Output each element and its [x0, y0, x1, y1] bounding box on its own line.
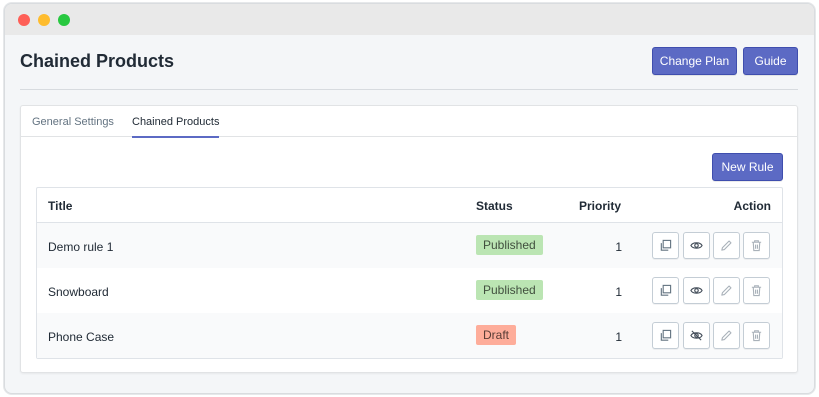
- column-header-action: Action: [733, 199, 771, 213]
- duplicate-button[interactable]: [652, 322, 679, 349]
- app-window: Chained Products Change Plan Guide Gener…: [4, 3, 815, 394]
- eye-off-icon: [690, 330, 703, 341]
- edit-button[interactable]: [713, 322, 740, 349]
- table-row: Demo rule 1 Published 1: [37, 223, 782, 268]
- table-header: Title Status Priority Action: [37, 188, 782, 223]
- content-card: General Settings Chained Products New Ru…: [20, 105, 798, 373]
- edit-button[interactable]: [713, 232, 740, 259]
- delete-icon: [751, 330, 762, 342]
- column-header-priority[interactable]: Priority: [579, 199, 621, 213]
- minimize-window-button[interactable]: [38, 14, 50, 26]
- new-rule-button[interactable]: New Rule: [712, 153, 783, 181]
- window-titlebar: [5, 4, 814, 35]
- edit-icon: [721, 240, 732, 251]
- visibility-toggle-button[interactable]: [683, 232, 710, 259]
- status-badge: Published: [476, 280, 543, 300]
- eye-icon: [690, 242, 703, 249]
- visibility-toggle-button[interactable]: [683, 277, 710, 304]
- guide-button[interactable]: Guide: [743, 47, 798, 75]
- rules-table: Title Status Priority Action Demo rule 1…: [36, 187, 783, 359]
- status-badge: Draft: [476, 325, 517, 345]
- delete-icon: [751, 240, 762, 252]
- duplicate-icon: [660, 329, 672, 341]
- page-title: Chained Products: [20, 51, 175, 71]
- close-window-button[interactable]: [18, 14, 30, 26]
- delete-button[interactable]: [743, 277, 770, 304]
- visibility-toggle-button[interactable]: [683, 322, 710, 349]
- tab-chained-products[interactable]: Chained Products: [132, 106, 220, 138]
- rule-priority: 1: [615, 330, 622, 344]
- column-header-status[interactable]: Status: [476, 199, 513, 213]
- duplicate-icon: [660, 284, 672, 296]
- edit-icon: [721, 330, 732, 341]
- header-divider: [20, 89, 798, 90]
- column-header-title[interactable]: Title: [48, 199, 72, 213]
- delete-button[interactable]: [743, 232, 770, 259]
- eye-icon: [690, 287, 703, 294]
- delete-icon: [751, 285, 762, 297]
- table-row: Phone Case Draft 1: [37, 313, 782, 358]
- rule-title: Demo rule 1: [48, 240, 114, 254]
- rule-priority: 1: [615, 240, 622, 254]
- table-row: Snowboard Published 1: [37, 268, 782, 313]
- duplicate-button[interactable]: [652, 232, 679, 259]
- duplicate-button[interactable]: [652, 277, 679, 304]
- rule-title: Snowboard: [48, 285, 109, 299]
- status-badge: Published: [476, 235, 543, 255]
- duplicate-icon: [660, 239, 672, 251]
- tab-general-settings[interactable]: General Settings: [32, 106, 114, 137]
- delete-button[interactable]: [743, 322, 770, 349]
- edit-icon: [721, 285, 732, 296]
- change-plan-button[interactable]: Change Plan: [652, 47, 737, 75]
- rule-priority: 1: [615, 285, 622, 299]
- tab-bar: General Settings Chained Products: [21, 106, 797, 138]
- edit-button[interactable]: [713, 277, 740, 304]
- maximize-window-button[interactable]: [58, 14, 70, 26]
- rule-title: Phone Case: [48, 330, 115, 344]
